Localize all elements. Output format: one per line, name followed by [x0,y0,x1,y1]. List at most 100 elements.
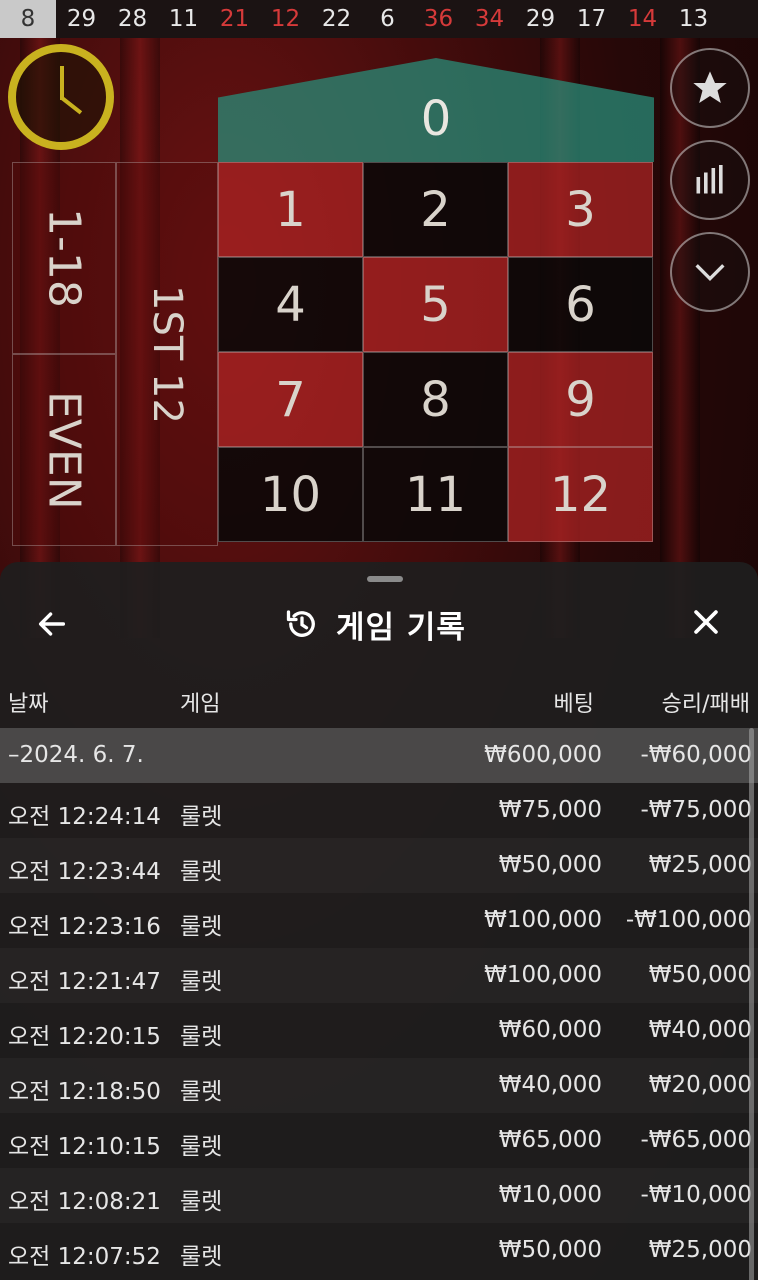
history-row[interactable]: 오전 12:23:16 룰렛 ₩100,000 -₩100,000 [0,893,758,948]
recent-result: 6 [380,6,395,32]
history-row[interactable]: 오전 12:08:21 룰렛 ₩10,000 -₩10,000 [0,1168,758,1223]
bet-spot-number[interactable]: 8 [363,352,508,447]
bet-spot-even[interactable]: EVEN [12,354,116,546]
history-row[interactable]: 오전 12:07:52 룰렛 ₩50,000 ₩25,000 [0,1223,758,1278]
bet-spot-1-18[interactable]: 1-18 [12,162,116,354]
bet-amount: ₩65,000 [498,1127,602,1153]
bar-chart-icon [696,165,723,194]
total-result: -₩60,000 [640,742,752,768]
round-time: 오전 12:21:47 [8,969,161,995]
column-header-bet: 베팅 [553,692,594,717]
bet-amount: ₩100,000 [484,907,602,933]
win-loss-amount: ₩25,000 [648,1237,752,1263]
bet-spot-label: EVEN [38,390,90,510]
bet-spot-label: 1ST 12 [144,284,190,424]
recent-results-strip: 8 29 28 11 21 12 22 6 36 34 29 17 14 13 [0,0,758,38]
bet-spot-number[interactable]: 7 [218,352,363,447]
bet-spot-number[interactable]: 3 [508,162,653,257]
round-time: 오전 12:07:52 [8,1244,161,1270]
history-row[interactable]: 오전 12:20:15 룰렛 ₩60,000 ₩40,000 [0,1003,758,1058]
game-name: 룰렛 [180,859,223,885]
history-row[interactable]: 오전 12:18:50 룰렛 ₩40,000 ₩20,000 [0,1058,758,1113]
bet-spot-number[interactable]: 12 [508,447,653,542]
history-row[interactable]: 오전 12:23:44 룰렛 ₩50,000 ₩25,000 [0,838,758,893]
game-name: 룰렛 [180,804,223,830]
bet-amount: ₩75,000 [498,797,602,823]
game-history-sheet: 게임 기록 날짜 게임 베팅 승리/패배 –2024. 6. 7. ₩600,0… [0,562,758,1280]
arrow-left-icon [38,612,66,636]
clock-icon [8,44,114,150]
win-loss-amount: -₩75,000 [640,797,752,823]
recent-result: 12 [270,6,301,32]
bet-amount: ₩10,000 [498,1182,602,1208]
round-time: 오전 12:24:14 [8,804,161,830]
recent-result: 17 [576,6,607,32]
back-button[interactable] [32,604,72,644]
date-group-row[interactable]: –2024. 6. 7. ₩600,000 -₩60,000 [0,728,758,783]
history-row[interactable]: 오전 12:10:15 룰렛 ₩65,000 -₩65,000 [0,1113,758,1168]
round-time: 오전 12:23:44 [8,859,161,885]
recent-result: 29 [525,6,556,32]
sheet-title-group: 게임 기록 [284,602,466,646]
bet-spot-first-dozen[interactable]: 1ST 12 [116,162,218,546]
bet-spot-number[interactable]: 4 [218,257,363,352]
game-name: 룰렛 [180,1134,223,1160]
bet-spot-number[interactable]: 2 [363,162,508,257]
column-header-result: 승리/패배 [661,692,750,717]
game-name: 룰렛 [180,1079,223,1105]
win-loss-amount: -₩10,000 [640,1182,752,1208]
game-name: 룰렛 [180,969,223,995]
game-name: 룰렛 [180,1024,223,1050]
bet-spot-number[interactable]: 5 [363,257,508,352]
win-loss-amount: -₩65,000 [640,1127,752,1153]
scrollbar[interactable] [749,728,754,1280]
round-time: 오전 12:08:21 [8,1189,161,1215]
game-name: 룰렛 [180,1189,223,1215]
bet-spot-number[interactable]: 11 [363,447,508,542]
bet-spot-number[interactable]: 10 [218,447,363,542]
win-loss-amount: -₩100,000 [625,907,752,933]
drag-handle[interactable] [367,576,403,582]
history-row[interactable]: 오전 12:24:14 룰렛 ₩75,000 -₩75,000 [0,783,758,838]
recent-result: 22 [321,6,352,32]
bet-spot-label: 1-18 [38,208,90,308]
bet-spot-number[interactable]: 9 [508,352,653,447]
favorite-button[interactable] [670,48,750,128]
bet-amount: ₩40,000 [498,1072,602,1098]
round-time: 오전 12:23:16 [8,914,161,940]
column-header-game: 게임 [180,692,221,717]
close-button[interactable] [686,602,726,642]
recent-result: 8 [0,0,56,38]
win-loss-amount: ₩40,000 [648,1017,752,1043]
statistics-button[interactable] [670,140,750,220]
sheet-header: 게임 기록 [0,592,758,656]
history-list: –2024. 6. 7. ₩600,000 -₩60,000 오전 12:24:… [0,728,758,1278]
win-loss-amount: ₩50,000 [648,962,752,988]
recent-result: 28 [117,6,148,32]
round-time: 오전 12:18:50 [8,1079,161,1105]
recent-result: 11 [168,6,199,32]
bet-amount: ₩60,000 [498,1017,602,1043]
star-icon [693,71,727,103]
win-loss-amount: ₩20,000 [648,1072,752,1098]
bet-amount: ₩50,000 [498,852,602,878]
total-bet: ₩600,000 [484,742,602,768]
recent-result: 13 [678,6,709,32]
recent-result: 29 [66,6,97,32]
round-time: 오전 12:10:15 [8,1134,161,1160]
recent-result: 14 [627,6,658,32]
history-row[interactable]: 오전 12:21:47 룰렛 ₩100,000 ₩50,000 [0,948,758,1003]
bet-spot-number[interactable]: 1 [218,162,363,257]
page-title: 게임 기록 [336,609,466,646]
bet-spot-number[interactable]: 6 [508,257,653,352]
round-time: 오전 12:20:15 [8,1024,161,1050]
recent-result: 36 [423,6,454,32]
history-icon [286,610,315,637]
column-header-date: 날짜 [8,692,49,717]
date-label: –2024. 6. 7. [8,742,144,768]
curtain-decoration [660,38,700,638]
table-header: 날짜 게임 베팅 승리/패배 [0,680,758,720]
close-icon [694,610,718,634]
bet-amount: ₩100,000 [484,962,602,988]
collapse-button[interactable] [670,232,750,312]
